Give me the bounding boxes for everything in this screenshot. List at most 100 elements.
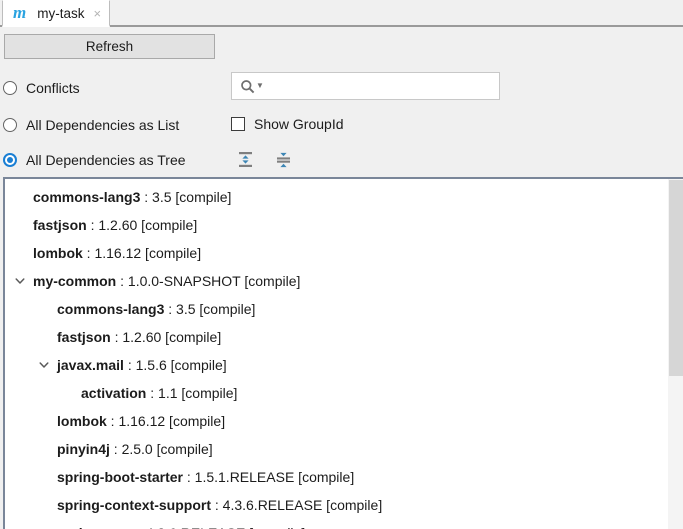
tree-row[interactable]: spring-boot-starter : 1.5.1.RELEASE [com…: [5, 463, 665, 491]
version: 4.3.6.RELEASE: [222, 497, 323, 513]
version: 1.16.12: [118, 413, 166, 429]
artifact-id: javax.mail: [57, 357, 124, 373]
tree-row[interactable]: commons-lang3 : 3.5 [compile]: [5, 295, 665, 323]
scope: [compile]: [137, 217, 198, 233]
scope: [compile]: [161, 329, 222, 345]
close-icon[interactable]: ×: [93, 7, 101, 20]
artifact-id: spring-context-support: [57, 497, 211, 513]
tree-row-text: fastjson : 1.2.60 [compile]: [5, 218, 197, 232]
separator: :: [123, 357, 136, 373]
separator: :: [140, 189, 153, 205]
tree-row[interactable]: spring-core : 4.3.6.RELEASE [compile]: [5, 519, 665, 529]
version: 1.5.1.RELEASE: [194, 469, 295, 485]
radio-all-dependencies-as-tree[interactable]: All Dependencies as Tree: [3, 150, 186, 170]
collapse-all-icon[interactable]: [272, 148, 294, 170]
scope: [compile]: [152, 441, 213, 457]
tab-label: my-task: [37, 5, 85, 21]
maven-dependency-analyzer-panel: m my-task × Refresh Conflicts All Depend…: [0, 0, 683, 529]
version: 1.16.12: [94, 245, 142, 261]
version: 3.5: [176, 301, 196, 317]
scope: [compile]: [171, 189, 232, 205]
checkbox-label: Show GroupId: [254, 116, 344, 132]
artifact-id: my-common: [33, 273, 117, 289]
tree-row-text: my-common : 1.0.0-SNAPSHOT [compile]: [5, 274, 300, 288]
radio-label: All Dependencies as Tree: [26, 152, 186, 168]
scope: [compile]: [294, 469, 355, 485]
artifact-id: fastjson: [33, 217, 87, 233]
tree-row[interactable]: pinyin4j : 2.5.0 [compile]: [5, 435, 665, 463]
tree-row-text: commons-lang3 : 3.5 [compile]: [5, 302, 255, 316]
expand-all-icon[interactable]: [234, 148, 256, 170]
radio-indicator: [3, 118, 17, 132]
tree-row[interactable]: javax.mail : 1.5.6 [compile]: [5, 351, 665, 379]
tree-row[interactable]: fastjson : 1.2.60 [compile]: [5, 211, 665, 239]
tab-my-task[interactable]: m my-task ×: [2, 0, 111, 27]
chevron-down-icon[interactable]: ▼: [256, 82, 264, 90]
tab-strip: m my-task ×: [0, 0, 683, 27]
refresh-button[interactable]: Refresh: [4, 34, 215, 59]
version: 4.3.6.RELEASE: [146, 525, 246, 529]
search-input[interactable]: [269, 73, 499, 99]
tree-row[interactable]: fastjson : 1.2.60 [compile]: [5, 323, 665, 351]
version: 1.0.0-SNAPSHOT: [127, 273, 241, 289]
artifact-id: commons-lang3: [33, 189, 141, 205]
radio-label: Conflicts: [26, 80, 80, 96]
checkbox-indicator: [231, 117, 245, 131]
separator: :: [134, 525, 146, 529]
tree-row[interactable]: lombok : 1.16.12 [compile]: [5, 407, 665, 435]
tree-row-text: lombok : 1.16.12 [compile]: [5, 246, 201, 260]
search-field[interactable]: ▼: [231, 72, 500, 100]
vertical-scrollbar[interactable]: [667, 179, 683, 529]
scope: [compile]: [165, 413, 226, 429]
tree-row-text: spring-context-support : 4.3.6.RELEASE […: [5, 498, 382, 512]
tree-row-text: lombok : 1.16.12 [compile]: [5, 414, 225, 428]
scope: [compile]: [240, 273, 301, 289]
separator: :: [116, 273, 128, 289]
version: 1.5.6: [135, 357, 167, 373]
radio-all-dependencies-as-list[interactable]: All Dependencies as List: [3, 115, 179, 135]
dependency-tree-list: commons-lang3 : 3.5 [compile] fastjson : …: [5, 179, 665, 529]
chevron-down-icon[interactable]: [13, 274, 27, 288]
separator: :: [109, 441, 122, 457]
version: 2.5.0: [121, 441, 153, 457]
version: 1.1: [158, 385, 178, 401]
separator: :: [146, 385, 159, 401]
tree-row[interactable]: lombok : 1.16.12 [compile]: [5, 239, 665, 267]
artifact-id: activation: [81, 385, 147, 401]
scrollbar-thumb[interactable]: [669, 180, 683, 376]
tree-row-text: pinyin4j : 2.5.0 [compile]: [5, 442, 213, 456]
version: 1.2.60: [98, 217, 138, 233]
tree-row[interactable]: commons-lang3 : 3.5 [compile]: [5, 183, 665, 211]
tree-row-text: commons-lang3 : 3.5 [compile]: [5, 190, 231, 204]
separator: :: [106, 413, 119, 429]
radio-indicator-selected: [3, 153, 17, 167]
tree-tool-buttons: [234, 148, 294, 170]
scope: [compile]: [177, 385, 238, 401]
artifact-id: spring-boot-starter: [57, 469, 183, 485]
search-icon[interactable]: ▼: [240, 79, 264, 94]
radio-indicator: [3, 81, 17, 95]
scope: [compile]: [322, 497, 383, 513]
scope: [compile]: [245, 525, 305, 529]
checkbox-show-groupid[interactable]: Show GroupId: [231, 116, 344, 132]
artifact-id: commons-lang3: [57, 301, 165, 317]
separator: :: [86, 217, 99, 233]
tree-row[interactable]: spring-context-support : 4.3.6.RELEASE […: [5, 491, 665, 519]
version: 3.5: [152, 189, 172, 205]
separator: :: [211, 497, 223, 513]
artifact-id: lombok: [33, 245, 83, 261]
radio-label: All Dependencies as List: [26, 117, 180, 133]
artifact-id: pinyin4j: [57, 441, 110, 457]
radio-conflicts[interactable]: Conflicts: [3, 78, 80, 98]
scope: [compile]: [166, 357, 227, 373]
separator: :: [82, 245, 95, 261]
tree-row-text: activation : 1.1 [compile]: [5, 386, 237, 400]
tree-row[interactable]: my-common : 1.0.0-SNAPSHOT [compile]: [5, 267, 665, 295]
chevron-down-icon[interactable]: [37, 358, 51, 372]
artifact-id: fastjson: [57, 329, 111, 345]
separator: :: [183, 469, 195, 485]
tree-row[interactable]: activation : 1.1 [compile]: [5, 379, 665, 407]
scope: [compile]: [141, 245, 202, 261]
artifact-id: spring-core: [57, 525, 134, 529]
scope: [compile]: [195, 301, 256, 317]
